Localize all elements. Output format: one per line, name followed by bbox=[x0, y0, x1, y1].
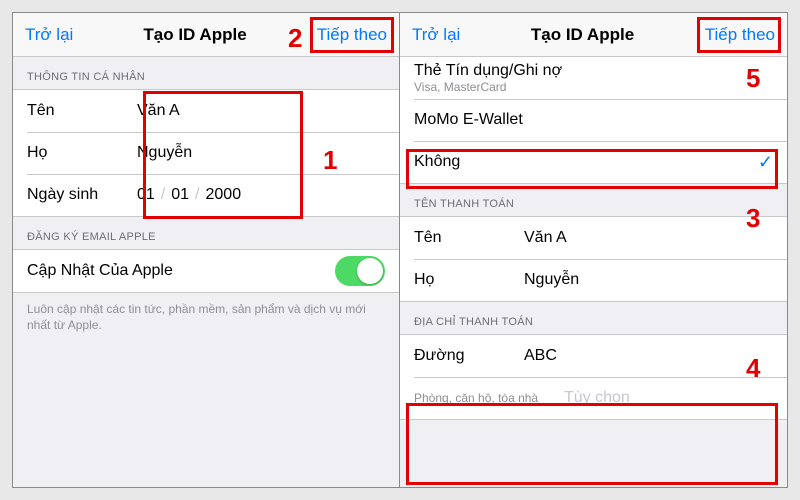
payment-card-label: Thẻ Tín dụng/Ghi nợ bbox=[414, 62, 562, 80]
last-name-value[interactable]: Nguyễn bbox=[137, 144, 385, 162]
row-billing-first-name[interactable]: Tên Văn A bbox=[400, 217, 787, 259]
screen-create-id-step2: Trở lại Tạo ID Apple Tiếp theo Thẻ Tín d… bbox=[400, 13, 787, 487]
billing-last-name-label: Họ bbox=[414, 271, 524, 289]
birth-year[interactable]: 2000 bbox=[206, 186, 242, 204]
billing-first-name-value[interactable]: Văn A bbox=[524, 229, 773, 247]
nav-next-button[interactable]: Tiếp theo bbox=[705, 25, 775, 45]
unit-label: Phòng, căn hộ, tòa nhà bbox=[414, 391, 564, 405]
birth-month[interactable]: 01 bbox=[171, 186, 189, 204]
row-street[interactable]: Đường ABC bbox=[400, 335, 787, 377]
unit-placeholder[interactable]: Tùy chọn bbox=[564, 389, 773, 407]
street-value[interactable]: ABC bbox=[524, 347, 773, 365]
payment-card-subtitle: Visa, MasterCard bbox=[414, 80, 506, 94]
section-personal: Tên Văn A Họ Nguyễn Ngày sinh 01 / 01 / … bbox=[13, 89, 399, 217]
date-separator: / bbox=[195, 186, 199, 204]
nav-back-button[interactable]: Trở lại bbox=[25, 25, 73, 45]
birth-day[interactable]: 01 bbox=[137, 186, 155, 204]
section-header-email: ĐĂNG KÝ EMAIL APPLE bbox=[13, 217, 399, 249]
nav-title: Tạo ID Apple bbox=[531, 25, 634, 45]
billing-first-name-label: Tên bbox=[414, 229, 524, 247]
birthdate-label: Ngày sinh bbox=[27, 186, 137, 204]
nav-next-button[interactable]: Tiếp theo bbox=[317, 25, 387, 45]
navbar: Trở lại Tạo ID Apple Tiếp theo bbox=[400, 13, 787, 57]
row-payment-momo[interactable]: MoMo E-Wallet bbox=[400, 99, 787, 141]
billing-last-name-value[interactable]: Nguyễn bbox=[524, 271, 773, 289]
row-payment-card[interactable]: Thẻ Tín dụng/Ghi nợ Visa, MasterCard bbox=[400, 57, 787, 99]
nav-title: Tạo ID Apple bbox=[143, 25, 246, 45]
payment-none-label: Không bbox=[414, 153, 460, 171]
birthdate-value[interactable]: 01 / 01 / 2000 bbox=[137, 186, 385, 204]
row-birthdate[interactable]: Ngày sinh 01 / 01 / 2000 bbox=[13, 174, 399, 216]
street-label: Đường bbox=[414, 347, 524, 365]
checkmark-icon: ✓ bbox=[758, 152, 773, 173]
apple-updates-label: Cập Nhật Của Apple bbox=[27, 262, 173, 280]
section-billing-name: Tên Văn A Họ Nguyễn bbox=[400, 216, 787, 302]
section-header-personal: THÔNG TIN CÁ NHÂN bbox=[13, 57, 399, 89]
row-last-name[interactable]: Họ Nguyễn bbox=[13, 132, 399, 174]
section-header-billing-address: ĐỊA CHỈ THANH TOÁN bbox=[400, 302, 787, 334]
toggle-knob bbox=[357, 258, 383, 284]
row-unit[interactable]: Phòng, căn hộ, tòa nhà Tùy chọn bbox=[400, 377, 787, 419]
navbar: Trở lại Tạo ID Apple Tiếp theo bbox=[13, 13, 399, 57]
last-name-label: Họ bbox=[27, 144, 137, 162]
row-apple-updates[interactable]: Cập Nhật Của Apple bbox=[13, 250, 399, 292]
row-payment-none[interactable]: Không ✓ bbox=[400, 141, 787, 183]
date-separator: / bbox=[161, 186, 165, 204]
first-name-value[interactable]: Văn A bbox=[137, 102, 385, 120]
section-header-billing-name: TÊN THANH TOÁN bbox=[400, 184, 787, 216]
section-payment-method: Thẻ Tín dụng/Ghi nợ Visa, MasterCard MoM… bbox=[400, 57, 787, 184]
apple-updates-footer: Luôn cập nhật các tin tức, phần mềm, sản… bbox=[13, 293, 399, 333]
nav-back-button[interactable]: Trở lại bbox=[412, 25, 460, 45]
row-first-name[interactable]: Tên Văn A bbox=[13, 90, 399, 132]
row-billing-last-name[interactable]: Họ Nguyễn bbox=[400, 259, 787, 301]
payment-momo-label: MoMo E-Wallet bbox=[414, 111, 523, 129]
apple-updates-toggle[interactable] bbox=[335, 256, 385, 286]
section-billing-address: Đường ABC Phòng, căn hộ, tòa nhà Tùy chọ… bbox=[400, 334, 787, 420]
first-name-label: Tên bbox=[27, 102, 137, 120]
section-updates: Cập Nhật Của Apple bbox=[13, 249, 399, 293]
screen-create-id-step1: Trở lại Tạo ID Apple Tiếp theo THÔNG TIN… bbox=[13, 13, 400, 487]
